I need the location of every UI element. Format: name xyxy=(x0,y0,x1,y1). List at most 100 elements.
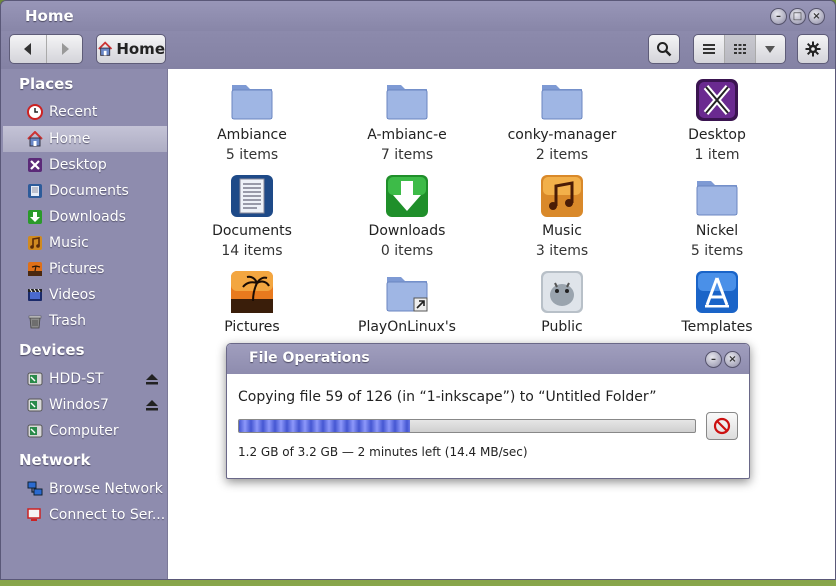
stop-icon xyxy=(713,417,731,435)
minimize-button[interactable]: – xyxy=(770,8,787,25)
sidebar-item-label: Computer xyxy=(49,423,119,439)
drive-icon xyxy=(27,423,43,439)
eject-icon[interactable] xyxy=(145,372,159,386)
sidebar-item-desktop[interactable]: Desktop xyxy=(3,152,167,178)
copy-status-message: Copying file 59 of 126 (in “1-inkscape”)… xyxy=(238,389,657,405)
home-icon xyxy=(98,41,113,56)
dialog-close-button[interactable]: × xyxy=(724,351,741,368)
file-item-pictures[interactable]: Pictures xyxy=(177,269,327,337)
documents-icon xyxy=(27,183,43,199)
sidebar-item-label: Music xyxy=(49,235,89,251)
breadcrumb-home[interactable]: Home xyxy=(96,34,166,64)
network-heading: Network xyxy=(19,451,91,469)
sidebar-item-home[interactable]: Home xyxy=(3,126,167,152)
sidebar-item-label: Recent xyxy=(49,104,98,120)
public-folder-icon xyxy=(541,271,583,313)
sidebar-item-label: Desktop xyxy=(49,157,107,173)
eject-icon[interactable] xyxy=(145,398,159,412)
sidebar-item-trash[interactable]: Trash xyxy=(3,308,167,334)
sidebar-item-label: Connect to Ser... xyxy=(49,507,166,523)
sidebar-item-music[interactable]: Music xyxy=(3,230,167,256)
file-item-nickel[interactable]: Nickel 5 items xyxy=(642,173,792,261)
title-bar[interactable]: Home – □ × xyxy=(1,1,835,31)
dialog-title: File Operations xyxy=(249,350,370,366)
sidebar-item-computer[interactable]: Computer xyxy=(3,418,167,444)
sidebar-item-label: Windos7 xyxy=(49,397,109,413)
file-name: PlayOnLinux's xyxy=(358,319,456,335)
sidebar-item-pictures[interactable]: Pictures xyxy=(3,256,167,282)
downloads-icon xyxy=(27,209,43,225)
desktop-x-icon xyxy=(696,79,738,121)
music-icon xyxy=(27,235,43,251)
sidebar-item-recent[interactable]: Recent xyxy=(3,99,167,125)
clock-icon xyxy=(27,104,43,120)
sidebar-item-label: Home xyxy=(49,131,91,147)
folder-icon xyxy=(231,85,273,120)
window-controls: – □ × xyxy=(770,8,825,25)
file-item-documents[interactable]: Documents 14 items xyxy=(177,173,327,261)
progress-fill xyxy=(239,420,410,432)
file-name: Downloads xyxy=(368,223,446,239)
file-item-public[interactable]: Public xyxy=(487,269,637,337)
file-item-a-mbianc-e[interactable]: A-mbianc-e 7 items xyxy=(332,77,482,165)
sidebar-item-label: Documents xyxy=(49,183,129,199)
pictures-icon xyxy=(27,261,43,277)
sidebar-item-label: Pictures xyxy=(49,261,105,277)
home-icon xyxy=(27,131,43,147)
file-item-ambiance[interactable]: Ambiance 5 items xyxy=(177,77,327,165)
sidebar-item-browse-network[interactable]: Browse Network xyxy=(3,476,167,502)
sidebar-item-connect-server[interactable]: Connect to Ser... xyxy=(3,502,167,528)
desktop-icon xyxy=(27,157,43,173)
sidebar-item-label: Videos xyxy=(49,287,96,303)
file-name: Desktop xyxy=(688,127,746,143)
file-count: 7 items xyxy=(380,147,434,163)
sidebar-item-hdd-st[interactable]: HDD-ST xyxy=(3,366,167,392)
view-options-dropdown[interactable] xyxy=(754,35,785,63)
close-button[interactable]: × xyxy=(808,8,825,25)
file-item-downloads[interactable]: Downloads 0 items xyxy=(332,173,482,261)
toolbar: Home xyxy=(1,31,835,69)
sidebar-item-downloads[interactable]: Downloads xyxy=(3,204,167,230)
window-title: Home xyxy=(25,7,74,25)
network-icon xyxy=(27,481,43,497)
connect-icon xyxy=(27,507,43,523)
file-item-conky-manager[interactable]: conky-manager 2 items xyxy=(487,77,637,165)
forward-arrow-icon xyxy=(61,43,69,55)
sidebar-item-videos[interactable]: Videos xyxy=(3,282,167,308)
sidebar-item-windos7[interactable]: Windos7 xyxy=(3,392,167,418)
folder-icon xyxy=(541,85,583,120)
file-count: 1 item xyxy=(694,147,740,163)
file-item-templates[interactable]: Templates xyxy=(642,269,792,337)
file-name: Music xyxy=(542,223,582,239)
forward-button[interactable] xyxy=(46,35,82,63)
list-view-button[interactable] xyxy=(694,35,724,63)
dialog-minimize-button[interactable]: – xyxy=(705,351,722,368)
file-view: Ambiance 5 items A-mbianc-e 7 items conk… xyxy=(167,69,835,579)
gear-icon xyxy=(805,41,821,57)
drive-icon xyxy=(27,371,43,387)
sidebar-item-label: Downloads xyxy=(49,209,126,225)
file-item-desktop[interactable]: Desktop 1 item xyxy=(642,77,792,165)
chevron-down-icon xyxy=(765,46,776,53)
file-count: 14 items xyxy=(221,243,283,259)
settings-button[interactable] xyxy=(797,34,829,64)
file-count: 5 items xyxy=(225,147,279,163)
back-button[interactable] xyxy=(10,35,46,63)
file-count: 0 items xyxy=(380,243,434,259)
file-name: Public xyxy=(541,319,583,335)
sidebar-item-documents[interactable]: Documents xyxy=(3,178,167,204)
file-item-playonlinux[interactable]: PlayOnLinux's xyxy=(332,269,482,337)
file-operations-dialog: File Operations – × Copying file 59 of 1… xyxy=(226,343,750,479)
folder-icon xyxy=(386,85,428,120)
file-item-music[interactable]: Music 3 items xyxy=(487,173,637,261)
file-manager-window: Home – □ × Home Places Recent Home Deskt… xyxy=(0,0,836,580)
cancel-copy-button[interactable] xyxy=(706,412,738,440)
search-button[interactable] xyxy=(648,34,680,64)
devices-heading: Devices xyxy=(19,341,85,359)
grid-view-button[interactable] xyxy=(724,35,755,63)
maximize-button[interactable]: □ xyxy=(789,8,806,25)
copy-progress-bar xyxy=(238,419,696,433)
link-folder-icon xyxy=(386,277,428,312)
videos-icon xyxy=(27,287,43,303)
dialog-title-bar[interactable]: File Operations – × xyxy=(227,344,749,374)
